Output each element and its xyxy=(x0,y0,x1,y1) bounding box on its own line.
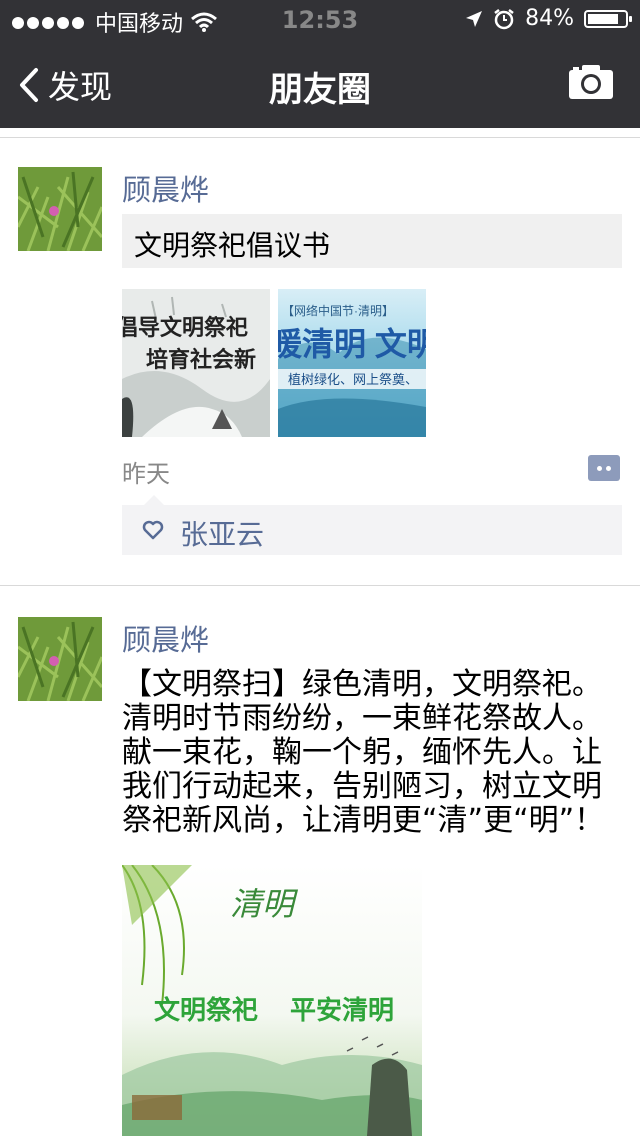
slogan-left: 文明祭祀 xyxy=(154,995,258,1025)
top-bar: 中国移动 12:53 84% 发现 朋友圈 xyxy=(0,0,640,128)
battery-icon xyxy=(584,9,632,28)
author-name[interactable]: 顾晨烨 xyxy=(122,167,209,209)
dot-icon xyxy=(606,466,611,471)
likes-panel: 张亚云 xyxy=(122,495,622,555)
post-time: 昨天 xyxy=(122,460,170,488)
liker-name[interactable]: 张亚云 xyxy=(180,513,264,553)
dot-icon xyxy=(597,466,602,471)
location-arrow-icon xyxy=(466,10,483,27)
author-name[interactable]: 顾晨烨 xyxy=(122,617,209,659)
shared-link-card[interactable]: 文明祭祀倡议书 xyxy=(122,214,622,268)
post-image-thumbnail[interactable]: 倡导文明祭祀 培育社会新 xyxy=(122,289,270,437)
status-bar: 中国移动 12:53 84% xyxy=(0,0,640,40)
script-title: 清明 xyxy=(230,886,299,922)
headline-text: 暖清明 文明祭 xyxy=(278,326,426,362)
nav-bar: 发现 朋友圈 xyxy=(0,40,640,128)
post-image-thumbnail[interactable]: 【网络中国节·清明】 暖清明 文明祭 植树绿化、网上祭奠、 xyxy=(278,289,426,437)
alarm-icon xyxy=(494,8,514,29)
qingming-banner-image: 【网络中国节·清明】 暖清明 文明祭 植树绿化、网上祭奠、 xyxy=(278,289,426,437)
battery-percent: 84% xyxy=(525,6,574,31)
slogan-right: 平安清明 xyxy=(290,995,394,1025)
ink-landscape-image: 倡导文明祭祀 培育社会新 xyxy=(122,289,270,437)
page-title: 朋友圈 xyxy=(269,70,371,110)
avatar[interactable] xyxy=(18,617,102,701)
comment-button[interactable] xyxy=(588,455,620,481)
heart-icon xyxy=(142,520,164,540)
post-text: 【文明祭扫】绿色清明，文明祭祀。清明时节雨纷纷，一束鲜花祭故人。献一束花，鞠一个… xyxy=(122,667,605,838)
section-divider xyxy=(0,137,640,138)
camera-button[interactable] xyxy=(568,64,614,104)
image-text-line-1: 倡导文明祭祀 xyxy=(122,315,248,340)
avatar-image xyxy=(18,167,102,251)
image-text-line-2: 培育社会新 xyxy=(146,347,256,372)
shared-link-title: 文明祭祀倡议书 xyxy=(134,229,331,262)
avatar[interactable] xyxy=(18,167,102,251)
qingming-poster-image: 清明 文明祭祀 平安清明 xyxy=(122,865,422,1136)
post-divider xyxy=(0,585,640,586)
battery-level xyxy=(588,13,619,24)
banner-text: 【网络中国节·清明】 xyxy=(282,303,394,318)
post-image[interactable]: 清明 文明祭祀 平安清明 xyxy=(122,865,422,1136)
camera-icon xyxy=(569,65,613,99)
status-right: 84% xyxy=(465,6,632,31)
avatar-image xyxy=(18,617,102,701)
subline-text: 植树绿化、网上祭奠、 xyxy=(288,372,418,387)
